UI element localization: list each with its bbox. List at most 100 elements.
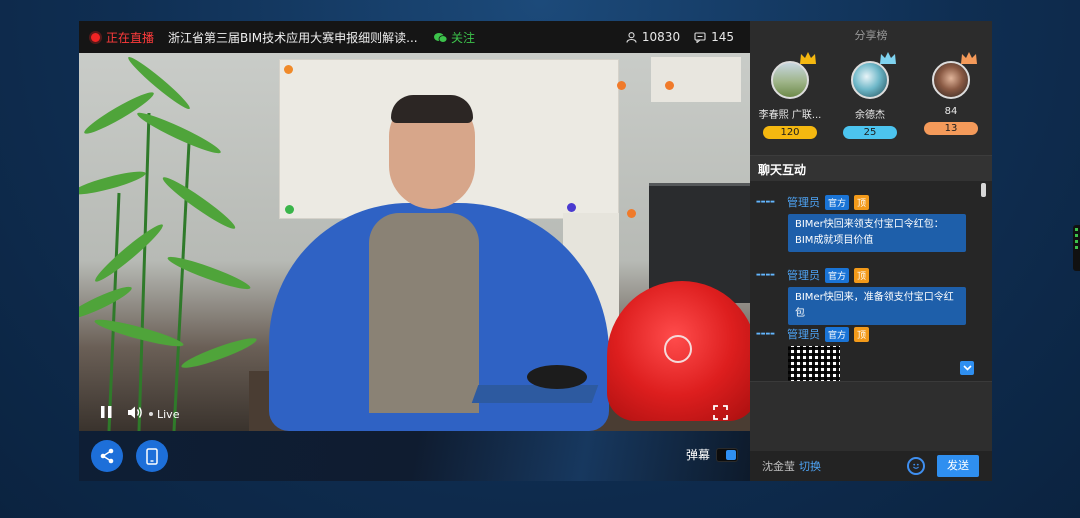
official-badge: 官方 [825, 267, 850, 283]
live-tag-label: Live [157, 407, 180, 421]
chat-header: 聊天互动 [750, 155, 992, 181]
ranker-3[interactable]: 84 13 [919, 52, 983, 135]
bimer-logo-icon: ▬▬▬▬ [756, 331, 775, 337]
computer-mouse [527, 365, 587, 389]
chat-message: ▬▬▬▬ 管理员 官方 顶 BIMer快回来领支付宝口令红包：BIM成就项目价值 [756, 194, 982, 252]
player-bottom-bar: 弹幕 [79, 431, 750, 481]
bimer-logo-icon: ▬▬▬▬ [756, 272, 775, 278]
fullscreen-icon [713, 404, 728, 420]
avatar [851, 52, 896, 99]
chat-footer: 沈金莹 切换 发送 [750, 451, 992, 481]
viewer-count-value: 10830 [641, 30, 681, 44]
toggle-knob [726, 449, 736, 460]
volume-icon [128, 406, 142, 418]
ranker-2[interactable]: 余德杰 25 [838, 52, 902, 139]
emoji-button[interactable] [907, 457, 925, 475]
ranker-name: 84 [944, 106, 958, 117]
side-edge-tab[interactable] [1073, 225, 1080, 271]
ranker-score: 13 [924, 122, 978, 135]
fullscreen-button[interactable] [713, 404, 728, 424]
comment-count: 145 [694, 30, 734, 44]
avatar [932, 52, 977, 99]
volume-button[interactable] [128, 406, 143, 423]
live-player: 正在直播 浙江省第三届BIM技术应用大赛申报细则解读... 关注 10830 1… [79, 21, 750, 481]
qr-code-image[interactable] [788, 346, 840, 381]
user-icon [626, 31, 637, 43]
leaderboard-title: 分享榜 [854, 29, 888, 42]
indicator-icon [1075, 234, 1078, 237]
danmu-label: 弹幕 [685, 448, 710, 462]
chevron-down-icon [962, 365, 972, 371]
scroll-down-button[interactable] [960, 361, 974, 375]
ranker-score: 120 [763, 126, 817, 139]
chat-message-header: ▬▬▬▬ 管理员 官方 顶 [756, 194, 982, 210]
presenter-hair [391, 95, 473, 123]
switch-user-link[interactable]: 切换 [799, 458, 821, 474]
chat-user[interactable]: 管理员 [787, 267, 820, 283]
live-tag: Live [149, 408, 179, 421]
chat-message: ▬▬▬▬ 管理员 官方 顶 BIMer快回来，准备领支付宝口令红包 [756, 267, 982, 325]
chat-user[interactable]: 管理员 [787, 326, 820, 342]
pause-button[interactable] [101, 406, 112, 422]
chat-message-header: ▬▬▬▬ 管理员 官方 顶 [756, 267, 982, 283]
chat-user[interactable]: 管理员 [787, 194, 820, 210]
ranker-name: 余德杰 [855, 110, 885, 121]
smiley-icon [913, 463, 919, 469]
pinned-badge: 顶 [854, 267, 870, 283]
pin [617, 81, 626, 90]
player-top-bar: 正在直播 浙江省第三届BIM技术应用大赛申报细则解读... 关注 10830 1… [79, 21, 750, 53]
gold-crown-icon [799, 51, 817, 69]
follow-label: 关注 [451, 30, 476, 45]
player-controls: Live [79, 397, 750, 431]
mobile-view-button[interactable] [136, 440, 168, 472]
indicator-icon [1075, 240, 1078, 243]
silver-crown-icon [879, 51, 897, 69]
official-badge: 官方 [825, 326, 850, 342]
pin [627, 209, 636, 218]
live-indicator-icon [91, 32, 100, 42]
bronze-crown-icon [960, 51, 978, 69]
send-button[interactable]: 发送 [937, 455, 979, 477]
indicator-icon [1075, 246, 1078, 249]
comment-count-value: 145 [711, 30, 734, 44]
live-dot-icon [149, 412, 153, 416]
pin [567, 203, 576, 212]
chat-scrollbar[interactable] [981, 183, 986, 197]
viewer-count: 10830 [626, 30, 680, 44]
bimer-logo-icon: ▬▬▬▬ [756, 199, 775, 205]
ranker-1[interactable]: 李春熙 广联... 120 [758, 52, 822, 139]
mobile-icon [146, 447, 158, 465]
pinned-badge: 顶 [854, 326, 870, 342]
share-icon [100, 448, 114, 464]
follow-button[interactable]: 关注 [434, 29, 475, 46]
wechat-icon [434, 32, 448, 43]
wall-drawing [651, 57, 741, 102]
pin [284, 65, 293, 74]
presenter-sweater [369, 213, 479, 413]
chat-input[interactable] [750, 381, 992, 451]
live-sidebar: 分享榜 李春熙 广联... 120 余德杰 25 84 13 聊天互动 ▬▬▬▬… [750, 21, 992, 481]
stream-title: 浙江省第三届BIM技术应用大赛申报细则解读... [168, 30, 418, 45]
share-button[interactable] [91, 440, 123, 472]
live-status: 正在直播 [106, 30, 155, 45]
current-user: 沈金莹 [762, 460, 795, 473]
chat-message-list[interactable]: ▬▬▬▬ 管理员 官方 顶 BIMer快回来领支付宝口令红包：BIM成就项目价值… [750, 181, 992, 381]
share-leaderboard: 分享榜 李春熙 广联... 120 余德杰 25 84 13 [750, 21, 992, 155]
ranker-score: 25 [843, 126, 897, 139]
indicator-icon [1075, 228, 1078, 231]
official-badge: 官方 [825, 194, 850, 210]
danmu-toggle[interactable] [716, 447, 738, 462]
helmet-logo [664, 335, 692, 363]
avatar [771, 52, 816, 99]
ranker-name: 李春熙 广联... [758, 110, 822, 121]
chat-message: ▬▬▬▬ 管理员 官方 顶 [756, 326, 982, 381]
chat-message-header: ▬▬▬▬ 管理员 官方 顶 [756, 326, 982, 342]
pause-icon [101, 406, 112, 418]
pin [285, 205, 294, 214]
video-frame[interactable]: Live [79, 53, 750, 431]
comment-icon [694, 31, 706, 43]
pin [665, 81, 674, 90]
danmu-control: 弹幕 [686, 446, 738, 463]
chat-bubble: BIMer快回来，准备领支付宝口令红包 [788, 287, 966, 325]
chat-bubble: BIMer快回来领支付宝口令红包：BIM成就项目价值 [788, 214, 966, 252]
